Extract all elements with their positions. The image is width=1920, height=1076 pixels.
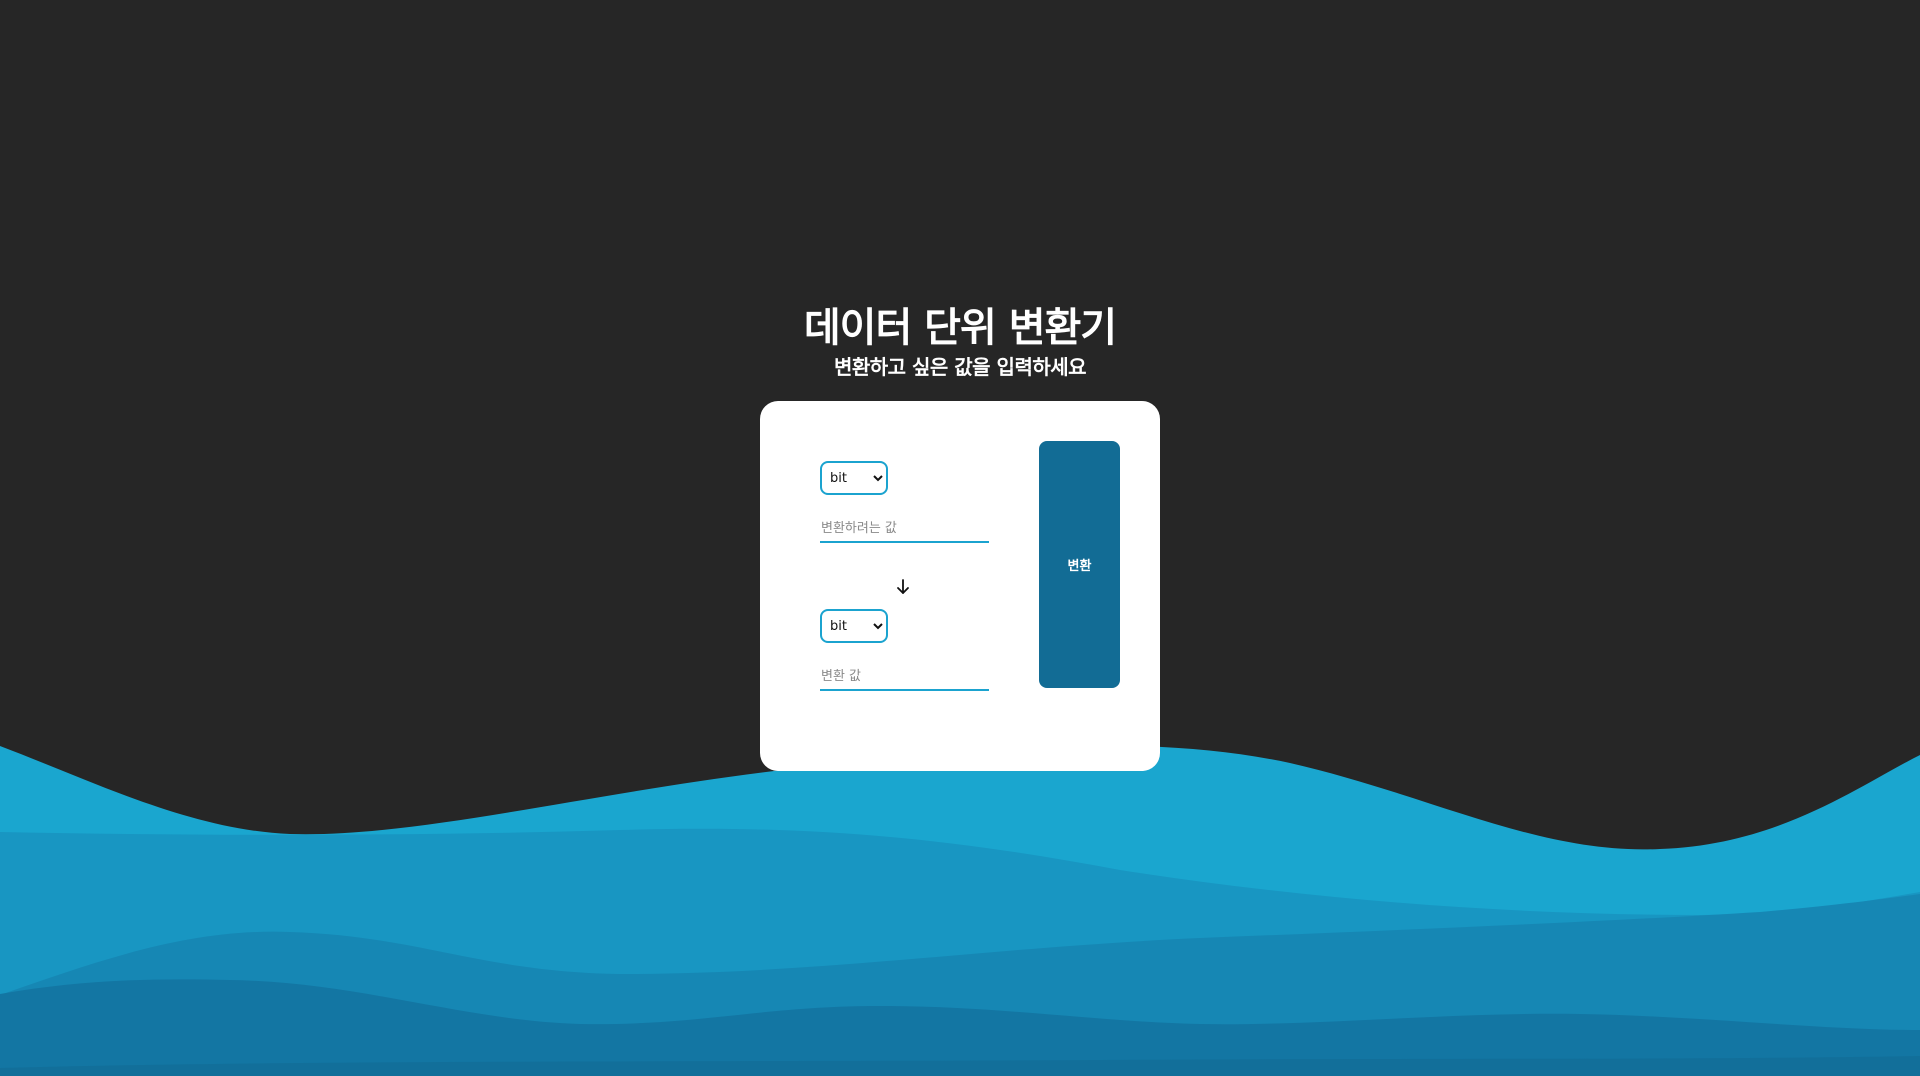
to-unit-select[interactable]: bit: [820, 609, 888, 643]
from-unit-select[interactable]: bit: [820, 461, 888, 495]
to-value-input[interactable]: [820, 663, 989, 691]
convert-button[interactable]: 변환: [1039, 441, 1120, 688]
arrow-down-icon: [897, 579, 909, 594]
converter-card: bit bit 변환: [760, 401, 1160, 771]
page: 데이터 단위 변환기 변환하고 싶은 값을 입력하세요 bit bit 변환: [0, 0, 1920, 1076]
page-subtitle: 변환하고 싶은 값을 입력하세요: [833, 355, 1087, 379]
header: 데이터 단위 변환기 변환하고 싶은 값을 입력하세요: [0, 302, 1920, 380]
from-value-input[interactable]: [820, 515, 989, 543]
page-title: 데이터 단위 변환기: [803, 305, 1117, 351]
